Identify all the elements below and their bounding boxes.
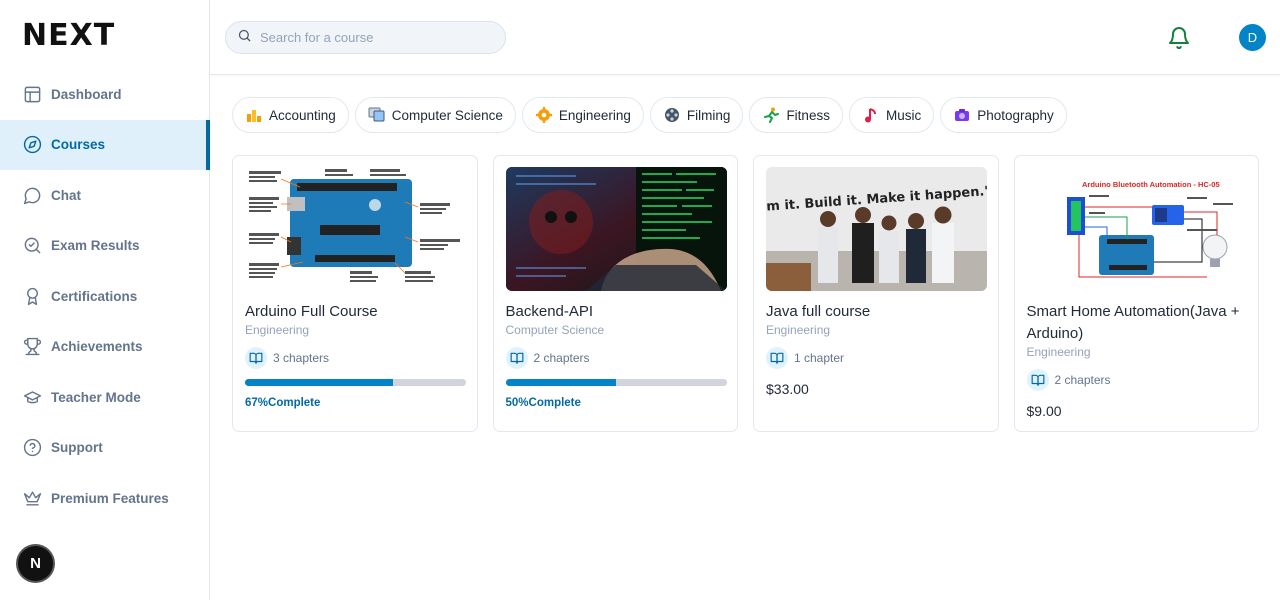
course-card[interactable]: Backend-API Computer Science 2 chapters …	[492, 155, 738, 432]
avatar[interactable]: D	[1239, 24, 1266, 51]
progress-fill	[245, 379, 394, 386]
running-emoji-icon	[762, 106, 780, 124]
sidebar-item-teacher-mode[interactable]: Teacher Mode	[0, 372, 210, 423]
course-card[interactable]: m it. Build it. Make it happen." Java fu…	[753, 155, 999, 432]
sidebar-item-courses[interactable]: Courses	[0, 119, 210, 170]
award-icon	[22, 286, 42, 306]
help-circle-icon	[22, 438, 42, 458]
progress-bar	[245, 379, 466, 386]
sidebar-item-label: Premium Features	[51, 490, 169, 506]
course-image-arduino	[245, 167, 466, 291]
progress-fill	[505, 379, 616, 386]
graduation-cap-icon	[22, 387, 42, 407]
category-label: Filming	[686, 107, 731, 123]
compass-icon	[22, 135, 42, 155]
crown-icon	[22, 488, 42, 508]
progress-label: 50%Complete	[505, 397, 581, 409]
category-label: Fitness	[786, 107, 830, 123]
sidebar-item-achievements[interactable]: Achievements	[0, 322, 210, 373]
gear-emoji-icon	[535, 106, 553, 124]
sidebar-item-premium-features[interactable]: Premium Features	[0, 473, 210, 524]
category-fitness[interactable]: Fitness	[749, 97, 843, 133]
category-label: Photography	[977, 107, 1054, 123]
computer-emoji-icon	[368, 106, 386, 124]
search-input[interactable]	[260, 30, 490, 45]
topbar: D	[210, 0, 1280, 75]
sidebar-item-label: Dashboard	[51, 86, 122, 102]
sidebar-item-label: Achievements	[51, 339, 143, 355]
course-title: Smart Home Automation(Java + Arduino)	[1026, 303, 1240, 342]
book-open-icon	[766, 347, 788, 369]
category-label: Computer Science	[391, 107, 503, 123]
course-price: $33.00	[766, 381, 809, 397]
trophy-icon	[22, 337, 42, 357]
sidebar-item-label: Chat	[51, 187, 81, 203]
search-icon	[237, 28, 252, 48]
sidebar-item-support[interactable]: Support	[0, 423, 210, 474]
logo-text: NEXT	[22, 17, 116, 53]
next-dev-badge[interactable]: N	[18, 546, 53, 581]
book-open-icon	[505, 347, 528, 369]
chapters-count: 1 chapter	[794, 351, 845, 365]
course-title: Arduino Full Course	[245, 303, 378, 320]
sidebar-item-label: Certifications	[51, 288, 138, 304]
course-card[interactable]: Arduino Bluetooth Automation - HC-05 Sma…	[1013, 155, 1259, 432]
music-note-emoji-icon	[862, 106, 880, 124]
sidebar-item-label: Exam Results	[51, 238, 140, 254]
search-bar[interactable]	[225, 21, 506, 54]
chapters-info: 3 chapters	[245, 347, 465, 369]
sidebar-item-exam-results[interactable]: Exam Results	[0, 221, 210, 272]
chapters-info: 2 chapters	[1026, 369, 1247, 391]
sidebar-item-label: Support	[51, 440, 103, 456]
course-card[interactable]: Arduino Full Course Engineering 3 chapte…	[232, 155, 478, 432]
course-category: Engineering	[245, 323, 310, 337]
film-reel-emoji-icon	[663, 106, 681, 124]
course-image-java: m it. Build it. Make it happen."	[766, 167, 987, 291]
course-image-backend	[505, 167, 727, 291]
course-image-smart-home: Arduino Bluetooth Automation - HC-05	[1026, 167, 1248, 291]
sidebar-item-dashboard[interactable]: Dashboard	[0, 69, 210, 120]
course-title: Backend-API	[505, 303, 594, 320]
book-open-icon	[245, 347, 267, 369]
progress-bar	[505, 379, 727, 386]
category-label: Accounting	[269, 107, 336, 123]
sidebar-item-label: Teacher Mode	[51, 389, 141, 405]
course-grid: Arduino Full Course Engineering 3 chapte…	[232, 155, 1259, 432]
chapters-info: 2 chapters	[505, 347, 726, 369]
category-engineering[interactable]: Engineering	[521, 97, 644, 133]
sidebar-item-chat[interactable]: Chat	[0, 170, 210, 221]
course-category: Engineering	[1026, 345, 1091, 359]
category-filming[interactable]: Filming	[649, 97, 744, 133]
logo[interactable]: NEXT	[22, 17, 116, 53]
diagram-title: Arduino Bluetooth Automation - HC-05	[1082, 180, 1220, 189]
category-music[interactable]: Music	[848, 97, 935, 133]
course-category: Computer Science	[505, 323, 605, 337]
category-label: Engineering	[558, 107, 631, 123]
chapters-count: 2 chapters	[533, 351, 590, 365]
badge-check-icon	[22, 236, 42, 256]
chat-icon	[22, 185, 42, 205]
category-computer-science[interactable]: Computer Science	[354, 97, 516, 133]
sidebar: NEXT Dashboard Courses Chat Exam Results…	[0, 0, 210, 600]
course-category: Engineering	[766, 323, 831, 337]
bell-icon[interactable]	[1167, 25, 1191, 51]
category-label: Music	[885, 107, 922, 123]
bar-chart-emoji-icon	[245, 106, 263, 124]
camera-emoji-icon	[953, 106, 971, 124]
chapters-info: 1 chapter	[766, 347, 986, 369]
category-filters: Accounting Computer Science Engineering …	[232, 97, 1067, 133]
progress-label: 67%Complete	[245, 397, 321, 409]
category-accounting[interactable]: Accounting	[232, 97, 349, 133]
sidebar-nav: Dashboard Courses Chat Exam Results Cert…	[0, 69, 210, 524]
chapters-count: 3 chapters	[273, 351, 330, 365]
layout-icon	[22, 84, 42, 104]
chapters-count: 2 chapters	[1054, 373, 1111, 387]
sidebar-item-label: Courses	[51, 137, 106, 153]
sidebar-item-certifications[interactable]: Certifications	[0, 271, 210, 322]
book-open-icon	[1026, 369, 1049, 391]
category-photography[interactable]: Photography	[940, 97, 1067, 133]
course-title: Java full course	[766, 303, 871, 320]
course-price: $9.00	[1026, 403, 1062, 419]
